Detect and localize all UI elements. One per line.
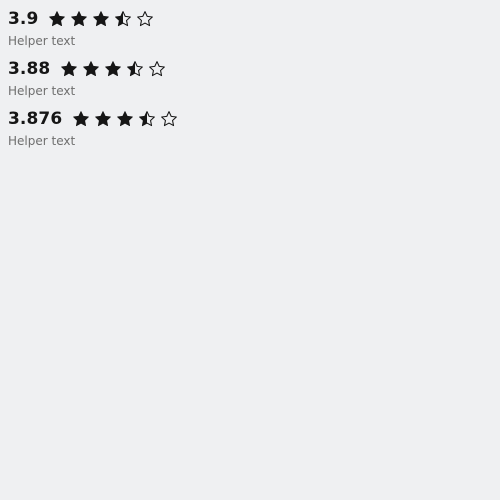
rating-item: 3.9 Helper text [8,7,492,57]
helper-text: Helper text [8,84,76,98]
star-filled-icon [61,61,78,77]
star-filled-icon [49,11,66,27]
star-outline-icon [149,61,166,77]
rating-row: 3.876 [8,107,492,131]
star-outline-icon [137,11,154,27]
star-half-icon [139,111,156,127]
helper-text: Helper text [8,134,76,148]
star-rating [48,10,158,28]
star-half-icon [127,61,144,77]
star-rating [72,110,182,128]
star-rating [60,60,170,78]
star-filled-icon [105,61,122,77]
star-outline-icon [161,111,178,127]
rating-item: 3.88 Helper text [8,57,492,107]
helper-text: Helper text [8,34,76,48]
rating-value: 3.9 [8,9,39,29]
rating-value: 3.876 [8,109,63,129]
rating-value: 3.88 [8,59,51,79]
star-half-icon [115,11,132,27]
star-filled-icon [83,61,100,77]
rating-row: 3.88 [8,57,492,81]
rating-item: 3.876 Helper text [8,107,492,157]
star-filled-icon [95,111,112,127]
star-filled-icon [117,111,134,127]
star-filled-icon [71,11,88,27]
star-filled-icon [93,11,110,27]
ratings-list: 3.9 Helper text 3.88 Helper text 3.876 H… [8,7,492,157]
rating-row: 3.9 [8,7,492,31]
star-filled-icon [73,111,90,127]
